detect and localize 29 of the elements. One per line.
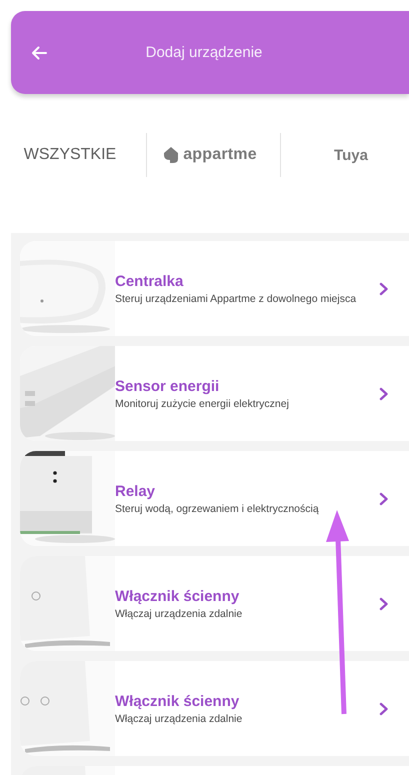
device-card[interactable]: Włącznik ścienny Włączaj urządzenia zdalnie [20,556,409,651]
brand-tab[interactable]: WSZYSTKIE [0,133,146,177]
chevron-right-icon [379,702,389,716]
device-description: Steruj wodą, ogrzewaniem i elektrycznością [115,502,320,514]
brand-tab[interactable]: Tuya [280,133,409,177]
chevron-right-icon [379,596,389,610]
device-card[interactable]: Sensor energii Monitoruj zużycie energii elektrycznej [20,346,409,441]
chevron-right-icon [379,386,389,400]
header-title: Dodaj urządzenie [144,44,264,61]
brand-tab[interactable]: appartme [146,133,280,177]
device-title: Włącznik ścienny [115,692,240,710]
chevron-right-icon [379,282,389,296]
house-drop-icon [164,146,178,164]
brand-name: appartme [183,146,257,164]
device-title: Centralka [115,272,184,290]
chevron-right-icon [379,492,389,506]
device-description: Monitoruj zużycie energii elektrycznej [115,398,290,410]
device-title: Włącznik ścienny [115,588,240,604]
tab-label: Tuya [334,146,368,164]
device-title: Sensor energii [115,378,220,394]
device-card[interactable]: Centralka Steruj urządzeniami Appartme z dowolnego miejsca [20,241,409,336]
device-description: Steruj urządzeniami Appartme z dowolnego miejsca [115,292,358,304]
device-title: Relay [115,482,156,500]
device-description: Włączaj urządzenia zdalnie [115,712,244,724]
device-card[interactable]: Relay Steruj wodą, ogrzewaniem i elektrycznością [20,451,409,546]
tab-label: WSZYSTKIE [24,146,116,164]
device-card[interactable]: Włącznik ścienny Włączaj urządzenia zdalnie [20,661,409,756]
device-description: Włączaj urządzenia zdalnie [115,608,244,620]
back-arrow-icon [31,46,47,60]
